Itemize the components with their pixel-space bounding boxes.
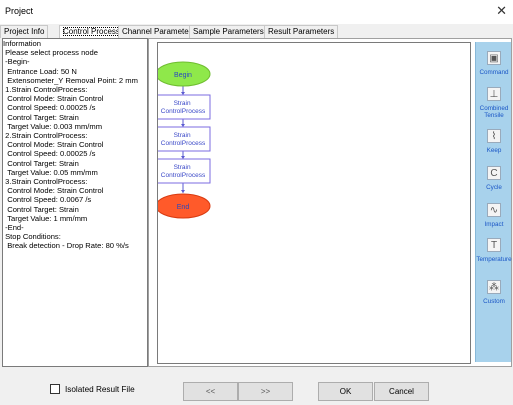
cycle-icon: C	[487, 166, 501, 180]
tool-combined-tensile[interactable]: ⊥ Combined Tensile	[476, 87, 512, 119]
tab-sample-parameters[interactable]: Sample Parameters	[189, 25, 268, 38]
tool-cycle-label: Cycle	[486, 184, 502, 191]
process-line-2: ControlProcess	[161, 108, 206, 115]
tool-impact[interactable]: ∿ Impact	[476, 203, 512, 228]
window-title: Project	[5, 6, 34, 16]
arrow-icon	[181, 190, 185, 193]
title-bar: Project ✕	[0, 0, 513, 24]
info-line: Extensometer_Y Removal Point: 2 mm	[3, 75, 138, 85]
tool-keep-label: Keep	[486, 147, 502, 154]
begin-label: Begin	[174, 72, 192, 79]
process-node-1[interactable]: Strain ControlProcess	[158, 94, 211, 120]
info-line: Control Speed: 0.00025 /s	[3, 149, 96, 159]
information-text: Information Please select process node -…	[3, 39, 147, 251]
info-line: Control Speed: 0.00025 /s	[3, 103, 96, 113]
previous-button[interactable]: <<	[183, 382, 238, 401]
tool-custom[interactable]: ⁂ Custom	[476, 280, 512, 305]
info-line: Control Speed: 0.0067 /s	[3, 195, 92, 205]
begin-node[interactable]: Begin	[158, 61, 211, 87]
info-line: Please select process node	[3, 48, 98, 58]
info-line: Control Target: Strain	[3, 204, 79, 214]
keep-icon: ⌇	[487, 129, 501, 143]
impact-icon: ∿	[487, 203, 501, 217]
tab-project-info[interactable]: Project Info	[0, 25, 49, 38]
flowchart: Begin Strain ControlProcess Strain Contr…	[158, 61, 211, 219]
process-node-3[interactable]: Strain ControlProcess	[158, 158, 211, 184]
node-toolbox: ▣ Command ⊥ Combined Tensile ⌇ Keep C Cy…	[475, 42, 512, 362]
info-line: Target Value: 0.003 mm/mm	[3, 121, 103, 131]
process-line-1: Strain	[174, 164, 191, 171]
tool-keep[interactable]: ⌇ Keep	[476, 129, 512, 154]
ok-button[interactable]: OK	[318, 382, 373, 401]
information-panel[interactable]: Information Please select process node -…	[2, 38, 148, 367]
tab-channel-parameters[interactable]: Channel Parameters	[118, 25, 200, 38]
tool-command[interactable]: ▣ Command	[476, 51, 512, 76]
info-line: 3.Strain ControlProcess:	[3, 177, 88, 187]
end-node[interactable]: End	[158, 193, 211, 219]
tab-bar: Project Info Control Process Channel Par…	[0, 24, 513, 38]
flowchart-canvas[interactable]: Begin Strain ControlProcess Strain Contr…	[157, 42, 471, 364]
checkbox-box[interactable]	[50, 384, 60, 394]
tool-command-label: Command	[479, 69, 509, 76]
end-label: End	[177, 204, 190, 211]
cancel-button[interactable]: Cancel	[374, 382, 429, 401]
isolated-result-file-checkbox[interactable]: Isolated Result File	[50, 384, 135, 394]
tool-temperature-label: Temperature	[476, 256, 512, 263]
combined-tensile-icon: ⊥	[487, 87, 501, 101]
process-line-2: ControlProcess	[161, 140, 206, 147]
info-line: -Begin-	[3, 57, 30, 67]
info-line: Entrance Load: 50 N	[3, 66, 77, 76]
info-line: Control Mode: Strain Control	[3, 140, 104, 150]
info-line: Information	[3, 39, 41, 48]
info-line: Control Target: Strain	[3, 158, 79, 168]
tool-custom-label: Custom	[483, 298, 505, 305]
tool-combined-tensile-label: Combined Tensile	[479, 105, 509, 119]
tab-result-parameters[interactable]: Result Parameters	[264, 25, 339, 38]
info-line: 1.Strain ControlProcess:	[3, 85, 88, 95]
command-icon: ▣	[487, 51, 501, 65]
process-editor: Begin Strain ControlProcess Strain Contr…	[148, 38, 512, 367]
tool-temperature[interactable]: T Temperature	[476, 238, 512, 263]
info-line: -End-	[3, 223, 24, 233]
process-node-2[interactable]: Strain ControlProcess	[158, 126, 211, 152]
info-line: Control Mode: Strain Control	[3, 94, 104, 104]
temperature-icon: T	[487, 238, 501, 252]
tab-control-process[interactable]: Control Process	[59, 25, 124, 38]
info-line: Control Mode: Strain Control	[3, 186, 104, 196]
info-line: Target Value: 1 mm/mm	[3, 213, 88, 223]
process-line-1: Strain	[174, 100, 191, 107]
process-line-2: ControlProcess	[161, 172, 206, 179]
info-line: Stop Conditions:	[3, 232, 61, 242]
tool-cycle[interactable]: C Cycle	[476, 166, 512, 191]
close-icon[interactable]: ✕	[496, 3, 507, 19]
next-button[interactable]: >>	[238, 382, 293, 401]
info-line: Target Value: 0.05 mm/mm	[3, 167, 98, 177]
process-line-1: Strain	[174, 132, 191, 139]
custom-icon: ⁂	[487, 280, 501, 294]
tool-impact-label: Impact	[484, 221, 504, 228]
isolated-result-file-label: Isolated Result File	[65, 384, 135, 394]
info-line: Break detection - Drop Rate: 80 %/s	[3, 241, 129, 251]
info-line: 2.Strain ControlProcess:	[3, 131, 88, 141]
info-line: Control Target: Strain	[3, 112, 79, 122]
